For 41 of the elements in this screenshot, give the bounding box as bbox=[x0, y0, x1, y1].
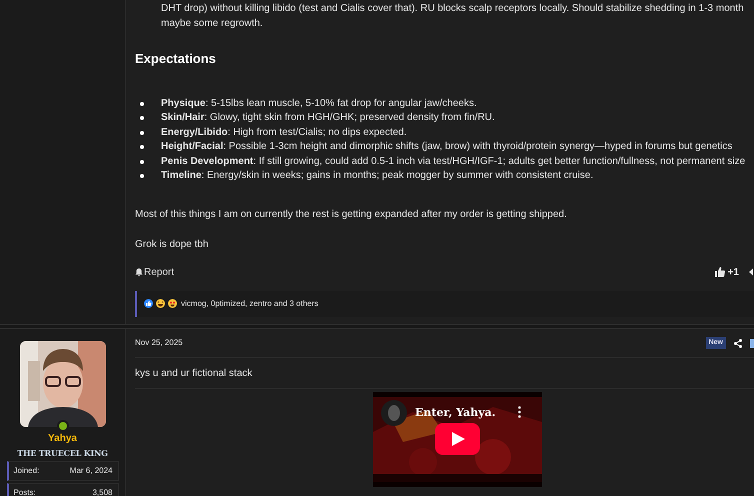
list-item-text: Penis Development: If still growing, could add 0.5-1 inch via test/HGH/IGF-1; adults get better function/fullness, not permanent size bbox=[161, 154, 746, 168]
reply-arrow-icon[interactable] bbox=[749, 268, 754, 276]
heart-eyes-face-icon bbox=[168, 299, 177, 308]
bullet-icon bbox=[140, 116, 144, 120]
bullet-icon bbox=[140, 102, 144, 106]
section-heading: Expectations bbox=[135, 50, 216, 68]
list-item-text: Energy/Libido: High from test/Cialis; no dips expected. bbox=[161, 126, 407, 140]
list-item-text: Height/Facial: Possible 1-3cm height and dimorphic shifts (jaw, brow) with thyroid/protein synergy—hyped in forums but genetics bbox=[161, 140, 732, 154]
user-name-link[interactable]: Yahya bbox=[48, 431, 77, 446]
bullet-icon bbox=[140, 160, 144, 164]
channel-avatar-icon bbox=[381, 400, 407, 426]
video-embed[interactable]: Enter, Yahya. bbox=[373, 392, 542, 487]
like-button[interactable]: +1 bbox=[714, 264, 739, 280]
bullet-icon bbox=[140, 174, 144, 178]
report-link[interactable]: Report bbox=[135, 264, 174, 280]
reaction-users-text: vicmog, 0ptimized, zentro and 3 others bbox=[181, 298, 318, 310]
stat-label: Posts: bbox=[14, 487, 36, 496]
stat-value: 3,508 bbox=[92, 487, 112, 496]
bell-icon bbox=[135, 268, 143, 276]
video-title: Enter, Yahya. bbox=[415, 405, 496, 421]
bookmark-icon[interactable] bbox=[750, 338, 754, 348]
post-text: Grok is dope tbh bbox=[135, 238, 208, 252]
share-icon[interactable] bbox=[734, 338, 742, 348]
post-date[interactable]: Nov 25, 2025 bbox=[135, 337, 183, 349]
list-item-text: Physique: 5-15lbs lean muscle, 5-10% fat drop for angular jaw/cheeks. bbox=[161, 96, 477, 110]
thumbs-up-icon bbox=[714, 267, 725, 277]
more-options-icon[interactable] bbox=[518, 406, 521, 418]
play-button-icon[interactable] bbox=[435, 423, 480, 455]
bullet-icon bbox=[140, 130, 144, 135]
post-text: kys u and ur fictional stack bbox=[135, 366, 252, 380]
post-text: DHT drop) without killing libido (test and Cialis cover that). RU blocks scalp receptors locally. Should stabilize shedding in 1-3 month bbox=[161, 2, 745, 16]
laughing-face-icon bbox=[156, 299, 165, 308]
bullet-icon bbox=[140, 145, 144, 150]
stat-value: Mar 6, 2024 bbox=[70, 465, 112, 477]
list-item-text: Timeline: Energy/skin in weeks; gains in months; peak mogger by summer with consistent cruise. bbox=[161, 169, 594, 183]
user-title: THE TRUECEL KING bbox=[17, 447, 108, 459]
stat-label: Joined: bbox=[14, 465, 40, 477]
post-text: maybe some regrowth. bbox=[161, 17, 264, 31]
list-item-text: Skin/Hair: Glowy, tight skin from HGH/GHK; preserved density from fin/RU. bbox=[161, 111, 495, 125]
like-reaction-icon bbox=[144, 299, 153, 308]
post-text: Most of this things I am on currently the rest is getting expanded after my order is getting shipped. bbox=[135, 208, 567, 222]
